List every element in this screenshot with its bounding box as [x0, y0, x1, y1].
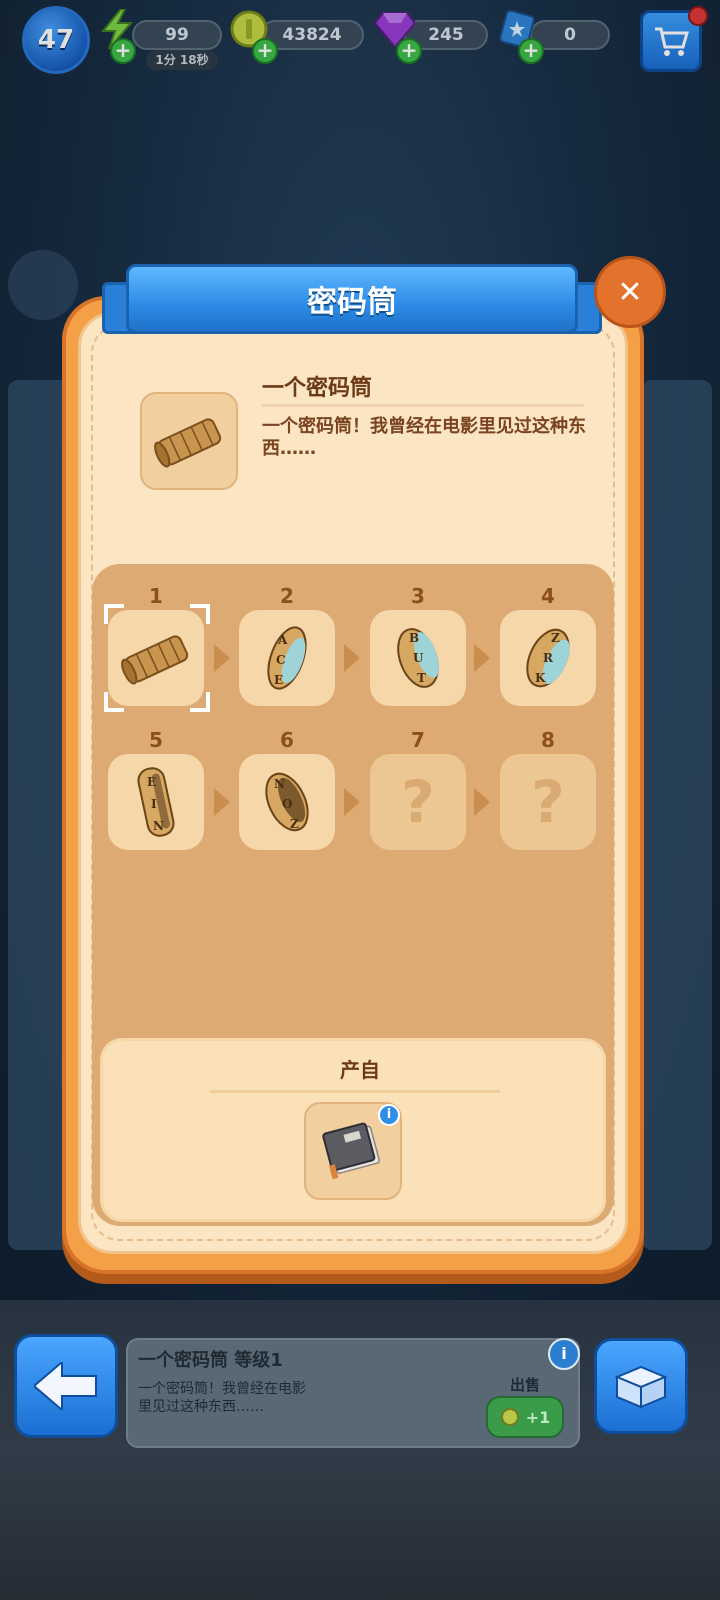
svg-text:R: R: [543, 651, 554, 665]
svg-text:N: N: [153, 819, 164, 833]
svg-text:N: N: [274, 777, 285, 791]
chain-arrow: [214, 644, 230, 672]
coin-icon: [500, 1408, 519, 1426]
chain-arrow: [344, 644, 360, 672]
item-preview-tile: [140, 392, 238, 490]
svg-text:U: U: [413, 651, 424, 665]
svg-text:E: E: [274, 673, 283, 687]
cryptex-icon: [121, 635, 189, 685]
chain-arrow: [474, 644, 490, 672]
box-icon: [614, 1365, 668, 1409]
arrow-left-icon: [34, 1362, 97, 1410]
svg-text:E: E: [147, 775, 156, 789]
chain-cell-3[interactable]: B U T: [370, 610, 466, 706]
notebook-icon: [322, 1122, 380, 1180]
svg-text:A: A: [277, 633, 288, 647]
chain-cell-5[interactable]: E I N: [108, 754, 204, 850]
chain-number-1: 1: [149, 584, 163, 608]
svg-text:Z: Z: [290, 817, 299, 831]
chain-arrow: [344, 788, 360, 816]
source-label: 产自: [340, 1058, 380, 1082]
chain-number-4: 4: [541, 584, 555, 608]
sell-value: +1: [525, 1407, 551, 1427]
source-info-icon[interactable]: i: [378, 1104, 400, 1126]
chain-cell-4[interactable]: Z R K: [500, 610, 596, 706]
chain-cell-2[interactable]: A C E: [239, 610, 335, 706]
svg-text:O: O: [282, 797, 292, 811]
ring-ein-icon: E I N: [137, 767, 175, 837]
svg-text:I: I: [151, 797, 157, 811]
svg-text:Z: Z: [551, 631, 560, 645]
sell-label: 出售: [510, 1376, 541, 1394]
chain-number-7: 7: [411, 728, 425, 752]
cryptex-icon: [154, 418, 222, 468]
svg-text:B: B: [409, 631, 419, 645]
svg-text:K: K: [535, 671, 546, 685]
chain-cell-8[interactable]: ?: [500, 754, 596, 850]
ring-ace-icon: A C E: [267, 626, 307, 690]
svg-text:C: C: [276, 653, 286, 667]
chain-arrow: [474, 788, 490, 816]
chain-number-2: 2: [280, 584, 294, 608]
info-card-title: 一个密码筒 等级1: [138, 1350, 283, 1371]
chain-arrow: [214, 788, 230, 816]
chain-number-8: 8: [541, 728, 555, 752]
back-button[interactable]: [14, 1334, 118, 1438]
chain-number-3: 3: [411, 584, 425, 608]
ring-zrk-icon: Z R K: [526, 628, 570, 688]
selection-bracket: [190, 604, 210, 624]
chain-cell-7[interactable]: ?: [370, 754, 466, 850]
item-name-divider: [262, 404, 584, 407]
chain-number-6: 6: [280, 728, 294, 752]
item-description: 一个密码筒！我曾经在电影里见过这种东西……: [262, 416, 586, 459]
selection-bracket: [104, 692, 124, 712]
info-icon[interactable]: i: [548, 1338, 580, 1370]
question-icon: ?: [401, 768, 435, 836]
selection-bracket: [104, 604, 124, 624]
close-icon: ✕: [617, 274, 643, 310]
item-name: 一个密码筒: [262, 376, 373, 401]
close-button[interactable]: ✕: [594, 256, 666, 328]
modal-title: 密码筒: [307, 285, 397, 320]
source-divider: [210, 1090, 500, 1093]
question-icon: ?: [531, 768, 565, 836]
ring-noz-icon: N O Z: [265, 772, 309, 832]
modal-title-ribbon: 密码筒: [126, 264, 578, 334]
sell-button[interactable]: +1: [486, 1396, 564, 1438]
chain-number-5: 5: [149, 728, 163, 752]
selection-bracket: [190, 692, 210, 712]
storage-box-button[interactable]: [594, 1338, 688, 1434]
chain-cell-6[interactable]: N O Z: [239, 754, 335, 850]
svg-text:T: T: [417, 671, 426, 685]
ring-but-icon: B U T: [397, 628, 439, 688]
info-card-description: 一个密码筒！我曾经在电影里见过这种东西……: [138, 1381, 306, 1415]
